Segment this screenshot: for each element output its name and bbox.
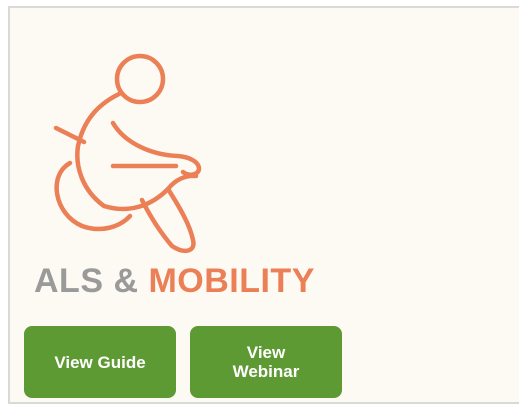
view-guide-label: View Guide	[54, 352, 146, 372]
body-shape	[75, 90, 199, 212]
view-webinar-label-line1: View	[246, 343, 286, 362]
title-als: ALS &	[34, 262, 149, 300]
leg-shape	[139, 186, 196, 254]
view-webinar-label-line2: Webinar	[232, 362, 300, 381]
card-title: ALS & MOBILITY	[34, 262, 315, 301]
view-webinar-button[interactable]: View Webinar	[190, 326, 342, 398]
view-guide-button[interactable]: View Guide	[24, 326, 176, 398]
title-mobility: MOBILITY	[148, 262, 315, 300]
head-shape	[114, 53, 166, 105]
